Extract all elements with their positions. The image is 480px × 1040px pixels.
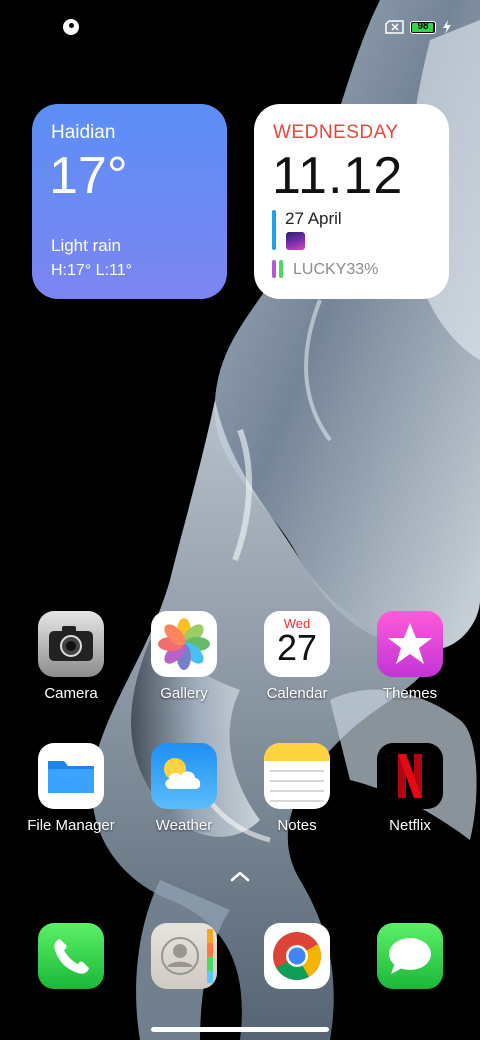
widget-time: 11.12 [272,147,404,205]
battery-icon: 98 [410,21,436,34]
notepad-icon [264,743,330,809]
app-label: Gallery [160,685,208,702]
photos-flower-icon [151,611,217,677]
app-calendar[interactable]: Wed 27 Calendar [241,611,353,721]
dock-messages[interactable] [377,923,443,989]
app-label: File Manager [27,817,115,834]
date-accent-bar [272,210,276,250]
app-file-manager[interactable]: File Manager [15,743,127,853]
star-icon [377,611,443,677]
event-thumbnail [286,232,305,250]
app-notes[interactable]: Notes [241,743,353,853]
calendar-icon: Wed 27 [264,611,330,677]
contacts-icon [161,929,213,983]
widget-weekday: WEDNESDAY [273,122,399,143]
chevron-up-icon[interactable] [228,868,252,884]
camera-icon [38,611,104,677]
charging-bolt-icon [443,20,451,34]
chrome-icon [273,932,322,981]
app-themes[interactable]: Themes [354,611,466,721]
home-indicator[interactable] [151,1027,329,1032]
weather-widget[interactable]: Haidian 17° Light rain H:17° L:11° [32,104,227,299]
app-label: Camera [44,685,98,702]
battery-level: 98 [417,21,429,32]
event-accent-bar-green [279,260,283,278]
status-bar: 98 [0,0,480,56]
phone-icon [54,939,89,974]
app-label: Calendar [266,685,328,702]
dock-contacts[interactable] [151,923,217,989]
app-camera[interactable]: Camera [15,611,127,721]
app-netflix[interactable]: Netflix [354,743,466,853]
dock-chrome[interactable] [264,923,330,989]
dock-phone[interactable] [38,923,104,989]
weather-city: Haidian [51,122,116,143]
app-label: Notes [277,817,317,834]
netflix-n-icon [377,743,443,809]
app-label: Netflix [389,817,431,834]
message-bubble-icon [389,938,431,974]
event-accent-bar-purple [272,260,276,278]
folder-icon [38,743,104,809]
app-weather[interactable]: Weather [128,743,240,853]
notification-app-icon [63,19,79,35]
widget-event-text: LUCKY33% [293,261,379,278]
weather-condition: Light rain [51,236,121,255]
no-sim-icon [385,20,404,34]
app-label: Weather [155,817,213,834]
calendar-icon-day: 27 [276,627,318,668]
calendar-widget[interactable]: WEDNESDAY 11.12 27 April LUCKY33% [254,104,449,299]
sun-cloud-icon [151,743,217,809]
weather-high-low: H:17° L:11° [51,262,132,279]
widget-date: 27 April [285,209,342,228]
weather-temperature: 17° [49,147,128,205]
app-label: Themes [382,685,438,702]
app-gallery[interactable]: Gallery [128,611,240,721]
